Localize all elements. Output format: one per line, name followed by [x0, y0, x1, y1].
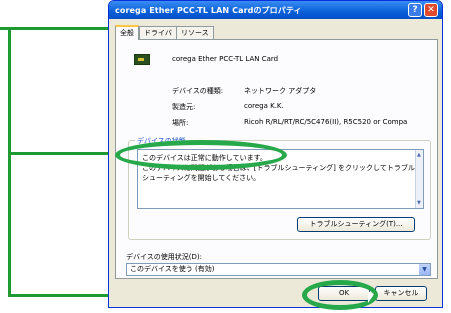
tab-driver[interactable]: ドライバ [139, 26, 177, 39]
cancel-button[interactable]: キャンセル [375, 286, 427, 301]
mouse-cursor-icon [368, 291, 374, 303]
location-label: 場所: [172, 119, 189, 127]
troubleshoot-button[interactable]: トラブルシューティング(T)... [297, 217, 415, 232]
tab-resources[interactable]: リソース [176, 26, 214, 39]
title-bar: corega Ether PCC-TL LAN Cardのプロパティ ? ✕ [109, 1, 442, 19]
status-highlight-circle [115, 140, 287, 170]
ok-highlight-circle [302, 280, 378, 310]
device-usage-select[interactable]: このデバイスを使う (有効) ▼ [126, 263, 431, 276]
chevron-down-icon[interactable]: ▼ [419, 264, 430, 275]
location-value: Ricoh R/RL/RT/RC/5C476(II), R5C520 or Co… [244, 118, 408, 126]
device-type-value: ネットワーク アダプタ [244, 87, 317, 95]
callout-line-vertical [8, 27, 11, 297]
tab-general[interactable]: 全般 [115, 25, 139, 40]
status-scrollbar[interactable] [415, 150, 423, 208]
help-button[interactable]: ? [408, 3, 422, 17]
manufacturer-value: corega K.K. [244, 102, 284, 110]
device-name: corega Ether PCC-TL LAN Card [172, 55, 279, 63]
manufacturer-label: 製造元: [172, 103, 196, 111]
device-usage-label: デバイスの使用状況(D): [126, 253, 203, 261]
network-card-icon [134, 54, 150, 65]
device-type-label: デバイスの種類: [172, 87, 224, 95]
device-usage-value: このデバイスを使う (有効) [130, 265, 215, 273]
status-line-3: シューティングを開始してください。 [142, 174, 261, 182]
window-title: corega Ether PCC-TL LAN Cardのプロパティ [115, 6, 302, 15]
callout-line-top [0, 27, 118, 30]
close-button[interactable]: ✕ [424, 3, 438, 17]
